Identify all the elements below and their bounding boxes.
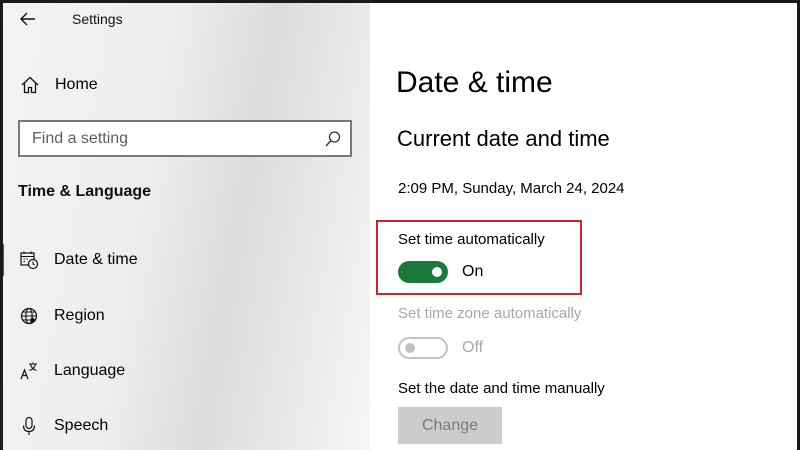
microphone-icon [22, 416, 36, 435]
main-content: Date & time Current date and time 2:09 P… [370, 0, 800, 450]
set-time-automatically-label: Set time automatically [398, 231, 545, 248]
back-arrow-icon [20, 12, 35, 26]
title-bar: Settings [0, 0, 370, 40]
set-timezone-automatically-toggle[interactable] [398, 337, 448, 359]
sidebar-item-label: Language [54, 362, 126, 379]
sidebar-item-speech[interactable]: Speech [0, 406, 370, 446]
sidebar-item-home[interactable]: Home [0, 68, 370, 102]
section-subtitle: Current date and time [397, 126, 610, 151]
active-indicator [0, 244, 4, 276]
home-icon [21, 76, 39, 94]
language-icon [20, 362, 37, 380]
search-input[interactable] [32, 128, 312, 150]
current-datetime: 2:09 PM, Sunday, March 24, 2024 [398, 180, 625, 197]
sidebar-item-label: Home [55, 76, 98, 93]
search-box[interactable] [18, 120, 352, 157]
set-timezone-automatically-label: Set time zone automatically [398, 305, 582, 322]
change-button[interactable]: Change [398, 407, 502, 444]
sidebar-item-region[interactable]: Region [0, 296, 370, 336]
set-date-time-manually-label: Set the date and time manually [398, 380, 605, 397]
sidebar-item-label: Speech [54, 417, 109, 434]
calendar-clock-icon [20, 251, 39, 270]
globe-icon [20, 307, 38, 325]
sidebar-item-label: Region [54, 307, 105, 324]
set-time-automatically-toggle[interactable] [398, 261, 448, 283]
sidebar-item-label: Date & time [54, 251, 138, 268]
section-title: Time & Language [18, 183, 152, 200]
set-timezone-automatically-state: Off [462, 339, 484, 356]
search-icon[interactable] [324, 130, 342, 148]
page-title: Date & time [396, 66, 553, 99]
back-button[interactable] [14, 6, 42, 32]
sidebar: Settings Home Time & Language Date & tim… [0, 0, 370, 450]
sidebar-item-date-time[interactable]: Date & time [0, 240, 370, 280]
sidebar-item-language[interactable]: Language [0, 351, 370, 391]
toggle-knob [405, 343, 415, 353]
toggle-knob [432, 267, 442, 277]
app-title: Settings [72, 11, 123, 27]
set-time-automatically-state: On [462, 263, 484, 280]
